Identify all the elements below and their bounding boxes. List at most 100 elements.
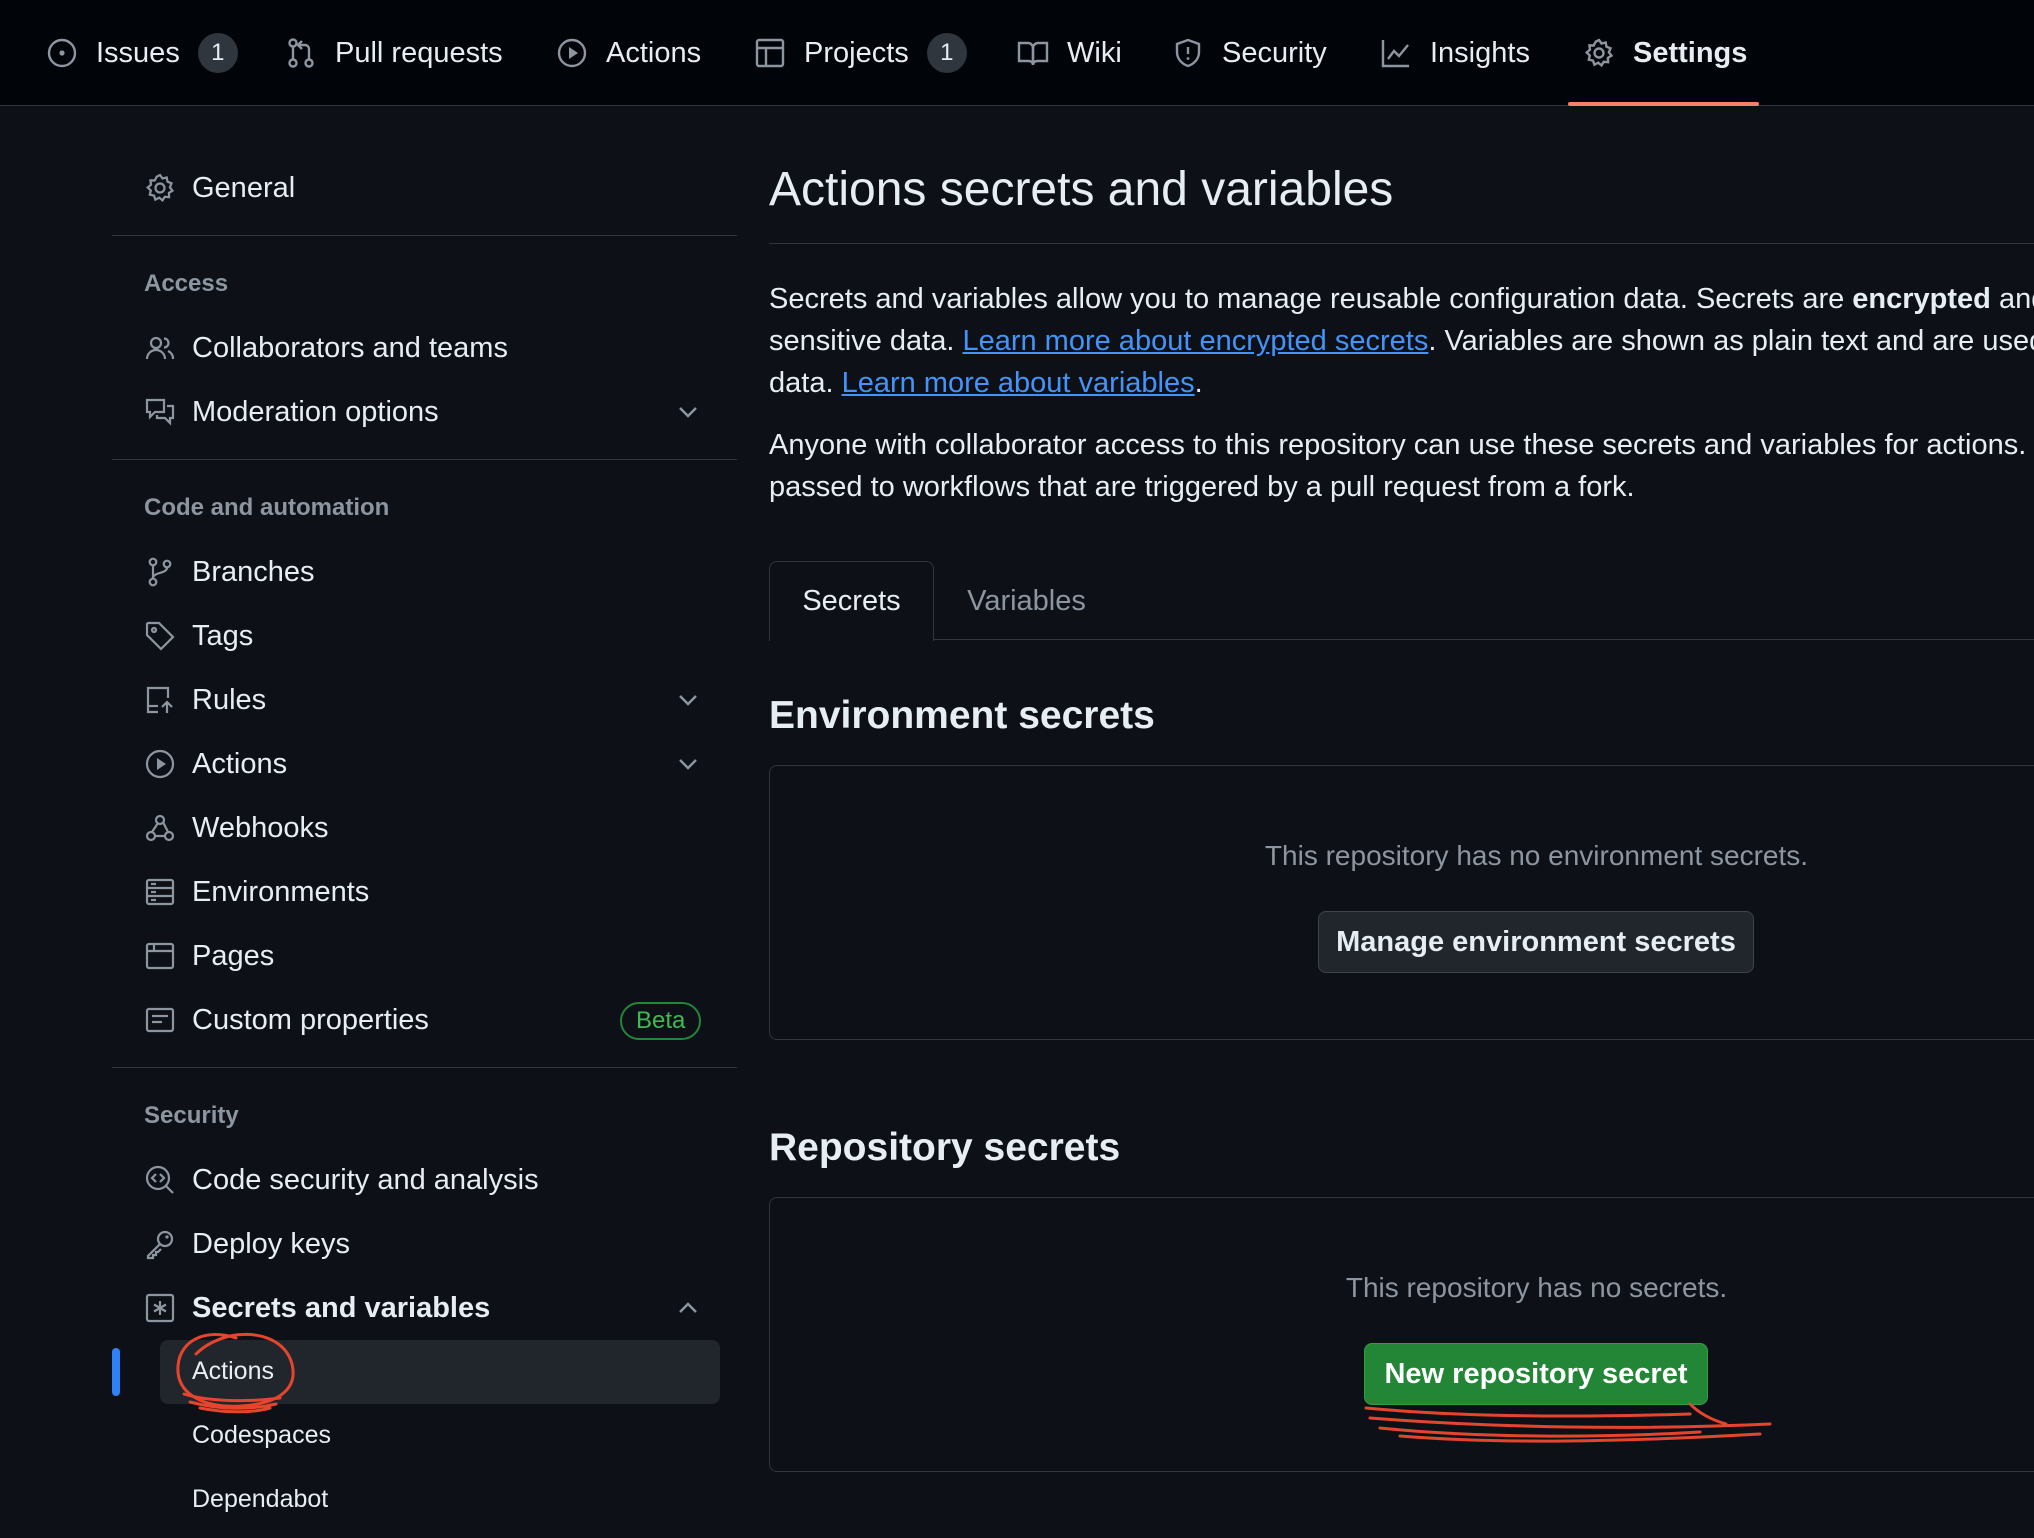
tab-projects[interactable]: Projects 1 <box>754 0 967 106</box>
repository-secrets-box <box>769 1197 2034 1472</box>
environment-secrets-empty-message: This repository has no environment secre… <box>1264 840 1809 871</box>
tab-label: Settings <box>1633 36 1748 69</box>
sidebar-item-label: Secrets and variables <box>192 1291 491 1324</box>
description-line-1: Secrets and variables allow you to manag… <box>769 278 2034 320</box>
sidebar-item-deploy-keys[interactable]: Deploy keys <box>144 1218 350 1270</box>
chevron-down-icon[interactable] <box>674 750 702 778</box>
description-bold: encrypted <box>1852 283 1991 315</box>
sidebar-item-label: Webhooks <box>192 811 329 844</box>
collaborator-note-text: passed to workflows that are triggered b… <box>769 471 1635 503</box>
tab-pull-requests[interactable]: Pull requests <box>285 0 503 106</box>
issue-opened-icon <box>46 37 78 69</box>
sidebar-item-label: Actions <box>192 747 288 780</box>
sidebar-item-general[interactable]: General <box>144 162 295 214</box>
sidebar-item-pages[interactable]: Pages <box>144 930 274 982</box>
description-text: Secrets and variables allow you to manag… <box>769 283 1853 315</box>
description-text: . Variables are shown as plain text and … <box>1428 325 2034 357</box>
gear-icon <box>144 172 176 204</box>
repo-push-icon <box>144 684 176 716</box>
sidebar-divider <box>112 1067 737 1068</box>
learn-more-variables-link[interactable]: Learn more about variables <box>842 367 1195 399</box>
sidebar-item-moderation[interactable]: Moderation options <box>144 386 439 438</box>
description-line-2: sensitive data. Learn more about encrypt… <box>769 320 2034 362</box>
tab-label: Actions <box>606 36 702 69</box>
description-text: sensitive data. <box>769 325 963 357</box>
tab-actions[interactable]: Actions <box>556 0 701 106</box>
sidebar-subitem-actions[interactable]: Actions <box>192 1357 274 1386</box>
sidebar-item-label: Code security and analysis <box>192 1163 539 1196</box>
collaborator-note-line-1: Anyone with collaborator access to this … <box>769 424 2034 466</box>
tab-wiki[interactable]: Wiki <box>1017 0 1122 106</box>
key-asterisk-icon <box>144 1292 176 1324</box>
sidebar-item-label: Pages <box>192 939 275 972</box>
sidebar-divider <box>112 235 737 236</box>
learn-more-encrypted-secrets-link[interactable]: Learn more about encrypted secrets <box>962 325 1428 357</box>
tab-secrets[interactable]: Secrets <box>769 561 934 641</box>
sidebar-item-branches[interactable]: Branches <box>144 546 315 598</box>
tab-label: Security <box>1222 36 1327 69</box>
environment-secrets-title: Environment secrets <box>769 694 1155 737</box>
tabs-divider <box>769 639 2034 640</box>
gear-icon <box>1583 37 1615 69</box>
comment-discussion-icon <box>144 396 176 428</box>
people-icon <box>144 332 176 364</box>
sidebar-subitem-codespaces[interactable]: Codespaces <box>192 1421 331 1450</box>
sidebar-item-webhooks[interactable]: Webhooks <box>144 802 329 854</box>
sidebar-item-label: Environments <box>192 875 370 908</box>
sidebar-item-label: General <box>192 171 296 204</box>
collaborator-note-text: Anyone with collaborator access to this … <box>769 429 2027 461</box>
git-branch-icon <box>144 556 176 588</box>
sidebar-item-label: Moderation options <box>192 395 439 428</box>
active-tab-underline <box>1568 102 1759 106</box>
beta-badge: Beta <box>620 1002 702 1040</box>
sidebar-item-rules[interactable]: Rules <box>144 674 266 726</box>
sidebar-item-label: Branches <box>192 555 315 588</box>
note-icon <box>144 1004 176 1036</box>
sidebar-item-tags[interactable]: Tags <box>144 610 253 662</box>
server-icon <box>144 876 176 908</box>
play-icon <box>556 37 588 69</box>
issues-count-badge: 1 <box>197 33 238 73</box>
tab-label: Wiki <box>1067 36 1122 69</box>
sidebar-item-custom-properties[interactable]: Custom properties <box>144 994 429 1046</box>
sidebar-item-code-security[interactable]: Code security and analysis <box>144 1154 539 1206</box>
tab-security[interactable]: Security <box>1172 0 1327 106</box>
table-icon <box>754 37 786 69</box>
new-repository-secret-button[interactable]: New repository secret <box>1364 1343 1708 1405</box>
sidebar-item-label: Tags <box>192 619 254 652</box>
description-text: . <box>1194 367 1203 399</box>
sidebar-item-label: Rules <box>192 683 267 716</box>
tab-variables[interactable]: Variables <box>934 561 1119 641</box>
projects-count-badge: 1 <box>926 33 967 73</box>
chevron-down-icon[interactable] <box>674 686 702 714</box>
tab-label: Projects <box>804 36 909 69</box>
tab-settings[interactable]: Settings <box>1583 0 1747 106</box>
chevron-down-icon[interactable] <box>674 398 702 426</box>
sidebar-item-actions[interactable]: Actions <box>144 738 287 790</box>
tab-issues[interactable]: Issues 1 <box>46 0 238 106</box>
chevron-up-icon[interactable] <box>674 1294 702 1322</box>
manage-environment-secrets-button[interactable]: Manage environment secrets <box>1318 911 1754 973</box>
browser-icon <box>144 940 176 972</box>
tab-label: Pull requests <box>335 36 503 69</box>
tab-label: Issues <box>96 36 180 69</box>
sidebar-item-collaborators[interactable]: Collaborators and teams <box>144 322 508 374</box>
collaborator-note-line-2: passed to workflows that are triggered b… <box>769 466 2034 508</box>
sidebar-subitem-dependabot[interactable]: Dependabot <box>192 1485 328 1514</box>
sidebar-item-environments[interactable]: Environments <box>144 866 369 918</box>
repository-secrets-empty-message: This repository has no secrets. <box>1345 1272 1728 1303</box>
tab-insights[interactable]: Insights <box>1380 0 1530 106</box>
description-line-3: data. Learn more about variables. <box>769 362 2034 404</box>
play-icon <box>144 748 176 780</box>
key-icon <box>144 1228 176 1260</box>
page-title: Actions secrets and variables <box>769 163 1394 216</box>
description-text: data. <box>769 367 842 399</box>
book-icon <box>1017 37 1049 69</box>
webhook-icon <box>144 812 176 844</box>
tag-icon <box>144 620 176 652</box>
sidebar-item-secrets-variables[interactable]: Secrets and variables <box>144 1282 490 1334</box>
sidebar-item-label: Collaborators and teams <box>192 331 508 364</box>
graph-icon <box>1380 37 1412 69</box>
shield-icon <box>1172 37 1204 69</box>
description-text: and <box>1998 283 2034 315</box>
